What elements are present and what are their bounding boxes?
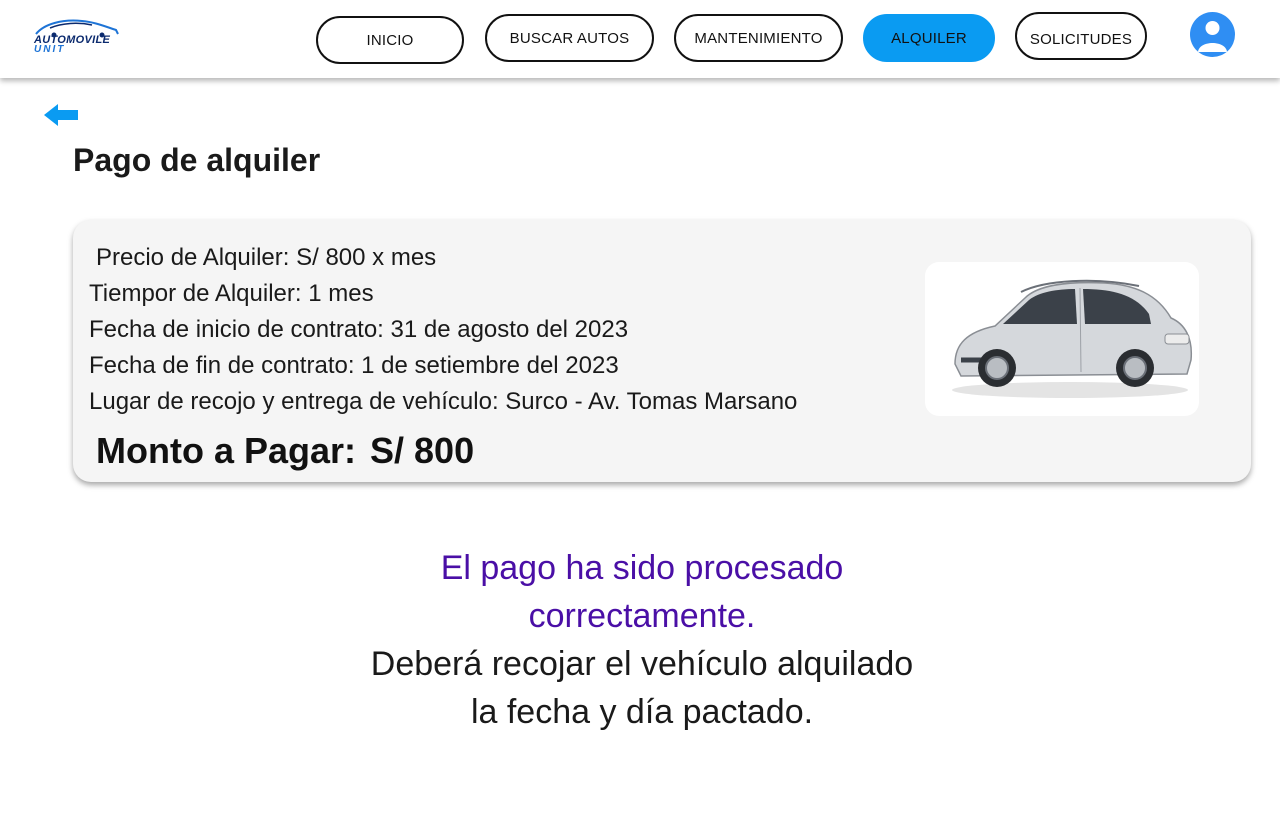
user-silhouette-icon bbox=[1198, 21, 1227, 52]
payment-success-line-2: correctamente. bbox=[528, 597, 756, 635]
payment-success-line-1: El pago ha sido procesado bbox=[440, 549, 844, 587]
pickup-instruction-line-1: Deberá recojar el vehículo alquilado bbox=[370, 645, 914, 683]
rental-price: Precio de Alquiler: S/ 800 x mes bbox=[96, 244, 437, 271]
arrow-left-icon[interactable] bbox=[44, 104, 80, 126]
top-navbar: AUTOMOVILE UNIT INICIO BUSCAR AUTOS MANT… bbox=[0, 0, 1280, 78]
nav-alquiler-button[interactable]: ALQUILER bbox=[863, 14, 995, 62]
amount-to-pay: Monto a Pagar: S/ 800 bbox=[96, 430, 474, 472]
nav-inicio-button[interactable]: INICIO bbox=[316, 16, 464, 64]
amount-value: S/ 800 bbox=[370, 430, 475, 471]
nav-mantenimiento-button[interactable]: MANTENIMIENTO bbox=[674, 14, 843, 62]
contract-end-date: Fecha de fin de contrato: 1 de setiembre… bbox=[89, 352, 619, 379]
rental-summary-card: Precio de Alquiler: S/ 800 x mes Tiempor… bbox=[73, 220, 1251, 482]
nav-solicitudes-button[interactable]: SOLICITUDES bbox=[1015, 12, 1147, 60]
logo-text-unit: UNIT bbox=[34, 44, 66, 55]
brand-logo[interactable]: AUTOMOVILE UNIT bbox=[32, 18, 122, 58]
silver-suv-image bbox=[952, 279, 1193, 398]
contract-start-date: Fecha de inicio de contrato: 31 de agost… bbox=[89, 316, 629, 343]
pickup-location: Lugar de recojo y entrega de vehículo: S… bbox=[89, 388, 798, 415]
nav-buscar-autos-button[interactable]: BUSCAR AUTOS bbox=[485, 14, 654, 62]
pickup-instruction-line-2: la fecha y día pactado. bbox=[470, 693, 814, 731]
amount-label: Monto a Pagar: bbox=[96, 430, 357, 471]
rental-duration: Tiempor de Alquiler: 1 mes bbox=[89, 280, 374, 307]
payment-confirmation-message: El pago ha sido procesado correctamente.… bbox=[240, 544, 1044, 736]
car-image bbox=[925, 262, 1199, 416]
page-title: Pago de alquiler bbox=[73, 142, 321, 178]
user-avatar-icon[interactable] bbox=[1190, 12, 1235, 57]
